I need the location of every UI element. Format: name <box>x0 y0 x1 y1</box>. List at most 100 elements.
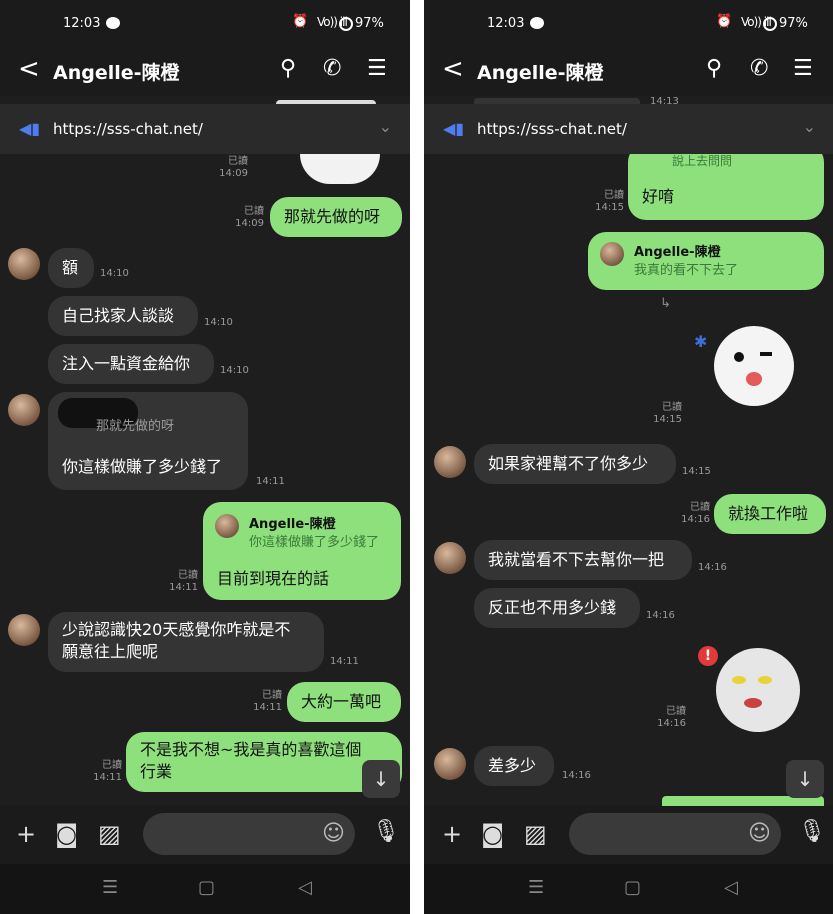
gallery-icon[interactable]: ▨ <box>98 820 121 848</box>
outgoing-message[interactable]: 那就先做的呀 <box>270 197 402 237</box>
incoming-message[interactable]: 額 <box>48 248 94 288</box>
search-icon[interactable]: ⚲ <box>706 56 722 81</box>
system-nav-bar: ☰ ▢ ◁ <box>0 864 410 914</box>
message-composer: + ◙ ▨ ☺ 🎙 <box>424 806 833 864</box>
sync-icon <box>763 17 777 31</box>
incoming-message[interactable]: 注入一點資金給你 <box>48 344 214 384</box>
message-notification-icon <box>530 17 544 29</box>
outgoing-reply-message[interactable]: Angelle-陳橙 你這樣做賺了多少錢了 目前到現在的話 <box>203 502 401 600</box>
announcement-bar[interactable]: ◀▮ https://sss-chat.net/ ⌄ <box>424 104 833 154</box>
incoming-reply-message[interactable]: 那就先做的呀 你這樣做賺了多少錢了 <box>48 392 248 490</box>
home-icon[interactable]: ▢ <box>198 877 215 898</box>
message-time: 14:16 <box>562 770 591 781</box>
call-icon[interactable]: ✆ <box>323 56 341 81</box>
reply-avatar <box>215 514 239 538</box>
recent-apps-icon[interactable]: ☰ <box>102 877 118 898</box>
contact-avatar[interactable] <box>8 614 40 646</box>
incoming-message[interactable]: 如果家裡幫不了你多少 <box>474 444 676 484</box>
message-time: 14:10 <box>100 268 129 279</box>
contact-avatar[interactable] <box>8 248 40 280</box>
chat-screen-left: 12:03 ⏰ Vo)) ill 97% < Angelle-陳橙 ⚲ ✆ ☰ … <box>0 0 410 914</box>
back-nav-icon[interactable]: ◁ <box>724 877 738 898</box>
message-composer: + ◙ ▨ ☺ 🎙 <box>0 806 410 864</box>
emoji-icon[interactable]: ☺ <box>322 821 345 846</box>
outgoing-message[interactable]: 就換工作啦 <box>714 494 826 534</box>
message-time: 14:16 <box>698 562 727 573</box>
chat-header: < Angelle-陳橙 ⚲ ✆ ☰ <box>0 44 410 96</box>
contact-avatar[interactable] <box>434 748 466 780</box>
plus-icon[interactable]: + <box>16 820 36 848</box>
announcement-link[interactable]: https://sss-chat.net/ <box>477 120 627 138</box>
sync-icon <box>339 17 353 31</box>
incoming-message[interactable]: 反正也不用多少錢 <box>474 588 640 628</box>
gallery-icon[interactable]: ▨ <box>524 820 547 848</box>
plus-icon[interactable]: + <box>442 820 462 848</box>
contact-avatar[interactable] <box>434 542 466 574</box>
message-line: 願意往上爬呢 <box>62 642 159 661</box>
message-text: 你這樣做賺了多少錢了 <box>62 457 223 476</box>
search-icon[interactable]: ⚲ <box>280 56 296 81</box>
chat-header: < Angelle-陳橙 ⚲ ✆ ☰ <box>424 44 833 96</box>
menu-icon[interactable]: ☰ <box>793 56 813 81</box>
menu-icon[interactable]: ☰ <box>367 56 387 81</box>
incoming-message[interactable]: 自己找家人談談 <box>48 296 198 336</box>
scroll-down-button[interactable]: ↓ <box>786 760 824 798</box>
announcement-bar[interactable]: ◀▮ https://sss-chat.net/ ⌄ <box>0 104 410 154</box>
chat-title: Angelle-陳橙 <box>53 62 180 84</box>
reply-quote: 那就先做的呀 <box>96 419 175 434</box>
message-text: 目前到現在的話 <box>217 569 330 588</box>
status-bar: 12:03 ⏰ Vo)) ill 97% <box>0 0 410 44</box>
chat-title: Angelle-陳橙 <box>477 62 604 84</box>
reply-quote: 我真的看不下去了 <box>634 263 739 278</box>
recent-apps-icon[interactable]: ☰ <box>528 877 544 898</box>
chat-area[interactable]: 14:13 已讀 14:15 說上去問問 好唷 Angelle-陳橙 我真的看不下… <box>424 96 833 806</box>
battery-level: 97% <box>779 16 808 31</box>
back-icon[interactable]: < <box>442 54 464 84</box>
incoming-message[interactable]: 少說認識快20天感覺你咋就是不 願意往上爬呢 <box>48 612 324 672</box>
message-time: 14:11 <box>256 476 285 487</box>
home-icon[interactable]: ▢ <box>624 877 641 898</box>
back-icon[interactable]: < <box>18 54 40 84</box>
message-meta: 已讀 14:11 <box>253 690 282 713</box>
system-nav-bar: ☰ ▢ ◁ <box>424 864 833 914</box>
chevron-down-icon[interactable]: ⌄ <box>379 117 392 136</box>
status-time: 12:03 <box>63 16 101 31</box>
emoji-icon[interactable]: ☺ <box>748 821 771 846</box>
reply-preview: Angelle-陳橙 你這樣做賺了多少錢了 <box>215 514 395 554</box>
microphone-icon[interactable]: 🎙 <box>372 819 400 844</box>
outgoing-reply-message[interactable]: Angelle-陳橙 我真的看不下去了 <box>588 232 824 290</box>
sticker: ✱ <box>694 312 814 422</box>
message-text: 好唷 <box>642 187 675 206</box>
message-line: 行業 <box>140 762 173 781</box>
reply-quote: 你這樣做賺了多少錢了 <box>249 535 380 550</box>
message-time: 14:15 <box>682 466 711 477</box>
camera-icon[interactable]: ◙ <box>481 820 504 848</box>
alarm-icon: ⏰ <box>716 14 733 29</box>
message-notification-icon <box>106 17 120 29</box>
alarm-icon: ⏰ <box>292 14 309 29</box>
announcement-link[interactable]: https://sss-chat.net/ <box>53 120 203 138</box>
incoming-message[interactable]: 我就當看不下去幫你一把 <box>474 540 692 580</box>
chevron-down-icon[interactable]: ⌄ <box>803 117 816 136</box>
message-time: 14:16 <box>646 610 675 621</box>
outgoing-message[interactable]: 不是我不想~我是真的喜歡這個 行業 <box>126 732 402 792</box>
chat-screen-right: 12:03 ⏰ Vo)) ill 97% < Angelle-陳橙 ⚲ ✆ ☰ … <box>424 0 833 914</box>
contact-avatar[interactable] <box>434 446 466 478</box>
back-nav-icon[interactable]: ◁ <box>298 877 312 898</box>
status-time: 12:03 <box>487 16 525 31</box>
contact-avatar[interactable] <box>8 394 40 426</box>
camera-icon[interactable]: ◙ <box>55 820 78 848</box>
chat-area[interactable]: 已讀 14:09 已讀 14:09 那就先做的呀 額 14:10 自己找家人談談 1… <box>0 96 410 806</box>
outgoing-message[interactable]: 大約一萬吧 <box>287 682 401 722</box>
scroll-down-button[interactable]: ↓ <box>362 760 400 798</box>
outgoing-message[interactable]: 說上去問問 好唷 <box>628 144 824 220</box>
megaphone-icon: ◀▮ <box>443 119 465 138</box>
message-meta: 已讀 14:11 <box>93 760 122 783</box>
call-icon[interactable]: ✆ <box>750 56 768 81</box>
incoming-message[interactable]: 差多少 <box>474 746 554 786</box>
microphone-icon[interactable]: 🎙 <box>798 819 826 844</box>
message-meta: 已讀 14:09 <box>235 206 264 229</box>
message-line: 不是我不想~我是真的喜歡這個 <box>140 740 362 759</box>
reply-arrow-icon: ↳ <box>660 296 671 311</box>
message-meta: 已讀 14:16 <box>657 706 686 729</box>
